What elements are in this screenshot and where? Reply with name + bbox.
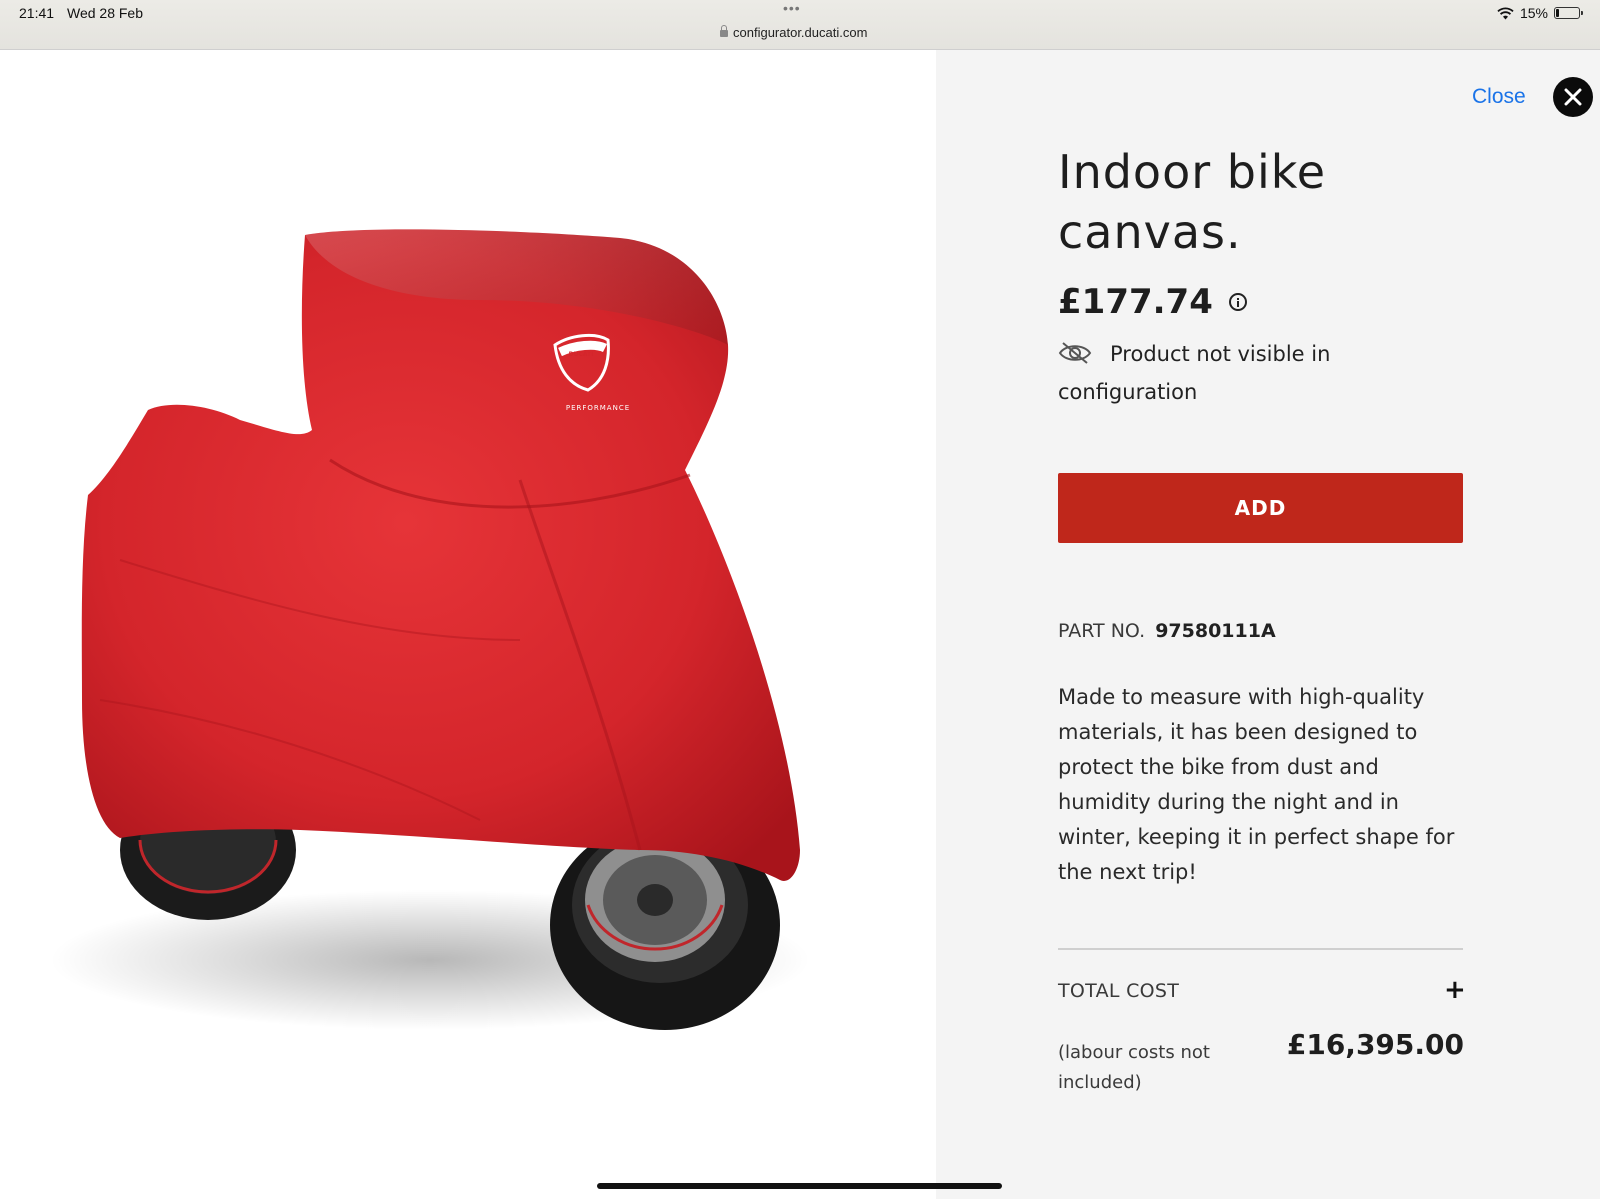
status-indicators: 15% [1497, 5, 1583, 21]
svg-text:DUCATI: DUCATI [569, 351, 594, 358]
product-price: £177.74 [1058, 282, 1213, 322]
part-number: PART NO. 97580111A [1058, 620, 1276, 642]
lock-icon [720, 25, 728, 37]
eye-slash-icon [1058, 342, 1092, 364]
visibility-text: Product not visible in configuration [1058, 342, 1331, 404]
address-bar[interactable]: configurator.ducati.com [720, 25, 867, 40]
product-image: DUCATI PERFORMANCE [50, 229, 810, 1030]
visibility-note: Product not visible in configuration [1058, 335, 1388, 411]
close-button[interactable] [1553, 77, 1593, 117]
info-icon[interactable] [1228, 293, 1247, 311]
product-title: Indoor bike canvas. [1058, 145, 1327, 259]
date: Wed 28 Feb [67, 5, 144, 21]
battery-percent: 15% [1519, 5, 1548, 21]
wifi-icon [1497, 7, 1514, 19]
close-link[interactable]: Close [1472, 85, 1526, 109]
product-detail-panel: Close Indoor bike canvas. £177.74 Produc… [936, 50, 1600, 1199]
url-text: configurator.ducati.com [733, 25, 868, 40]
status-bar: 21:41 Wed 28 Feb ••• configurator.ducati… [0, 0, 1600, 50]
part-number-value: 97580111A [1155, 620, 1276, 642]
battery-level [1556, 9, 1559, 17]
add-button[interactable]: ADD [1058, 473, 1463, 543]
part-number-label: PART NO. [1058, 620, 1146, 642]
product-image-panel: DUCATI PERFORMANCE [0, 50, 936, 1199]
battery-icon [1554, 7, 1583, 19]
clock: 21:41 [19, 5, 55, 21]
divider [1058, 948, 1463, 950]
more-dots-icon[interactable]: ••• [783, 0, 801, 16]
svg-text:PERFORMANCE: PERFORMANCE [566, 404, 630, 412]
labour-note: (labour costs not included) [1058, 1042, 1210, 1093]
product-description: Made to measure with high-quality materi… [1058, 685, 1455, 884]
plus-icon[interactable]: + [1444, 975, 1466, 1005]
total-cost-value: £16,395.00 [1286, 1028, 1464, 1061]
close-icon [1564, 88, 1582, 106]
total-cost-label: TOTAL COST [1058, 980, 1180, 1002]
home-indicator[interactable] [597, 1183, 1002, 1189]
price-row: £177.74 [1058, 282, 1247, 322]
